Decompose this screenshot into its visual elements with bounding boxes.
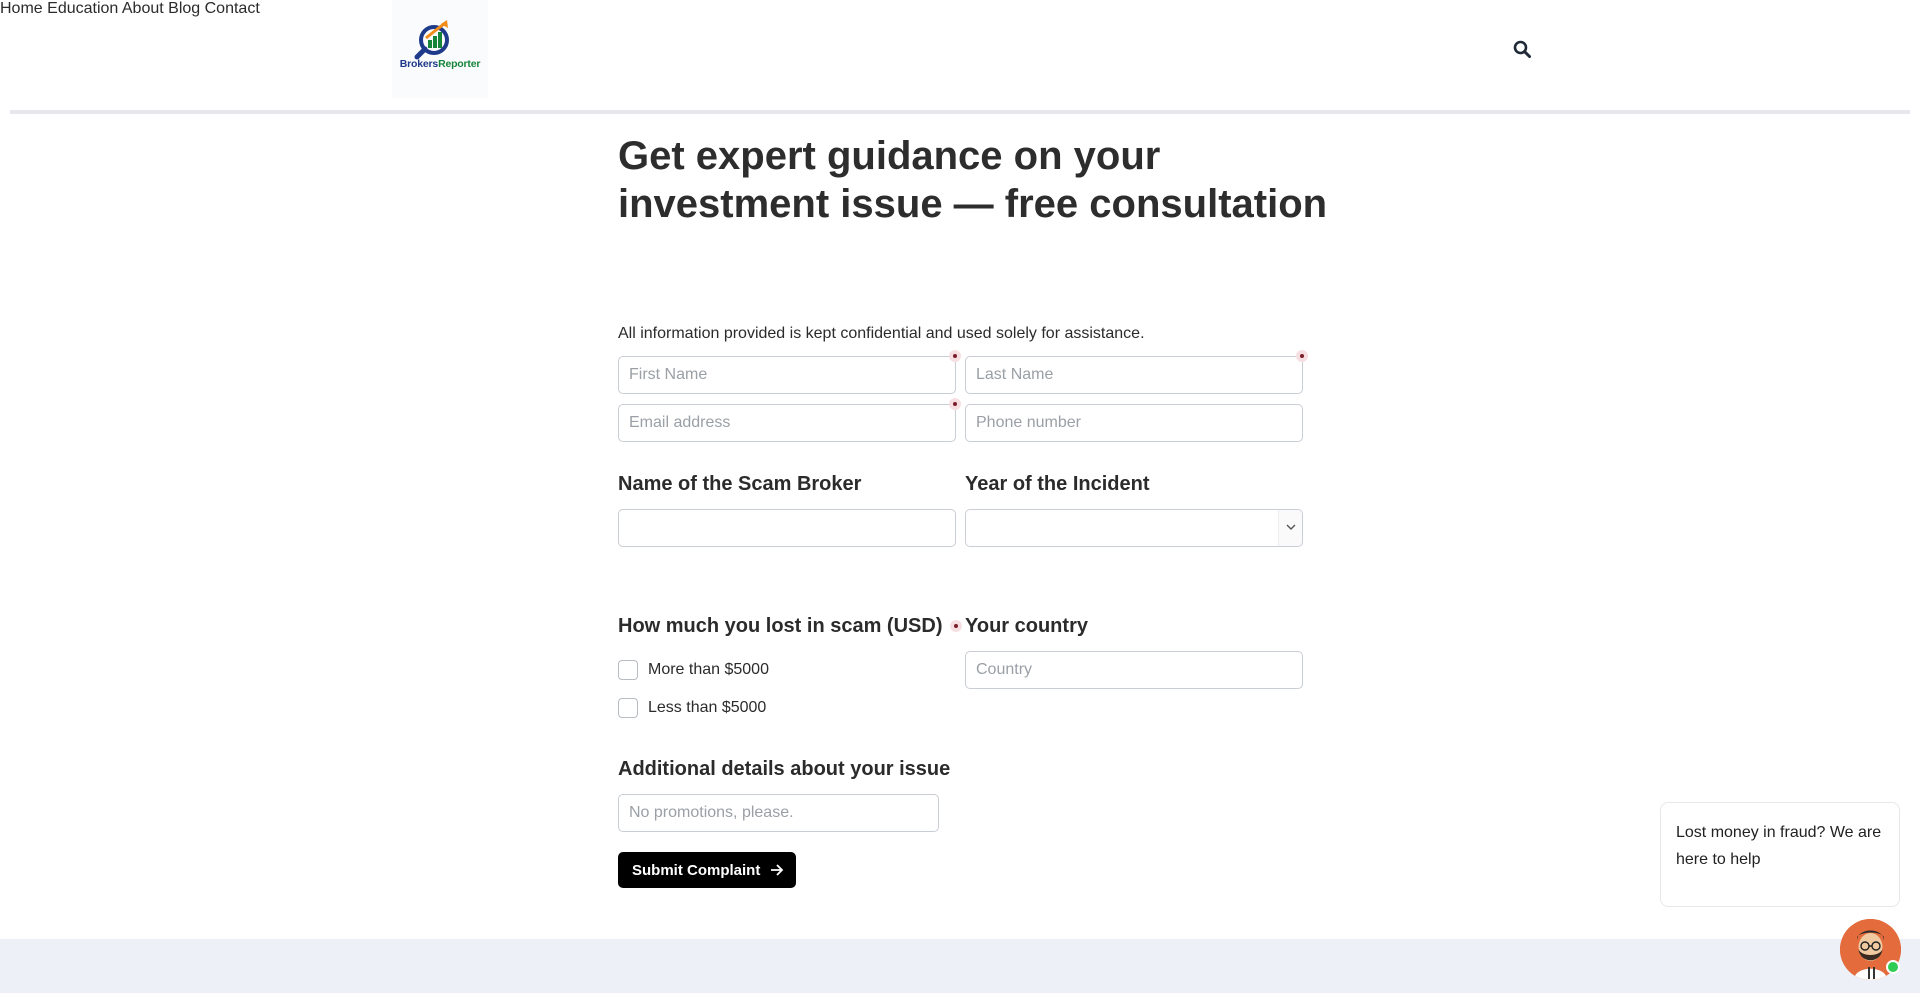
last-name-field[interactable]: Last Name (965, 356, 1303, 394)
chevron-down-icon (1286, 524, 1296, 530)
loss-option-label: More than $5000 (648, 661, 769, 678)
incident-year-label: Year of the Incident (965, 473, 1150, 495)
details-field[interactable]: No promotions, please. (618, 794, 939, 832)
submit-label: Submit Complaint (632, 861, 761, 879)
broker-name-input[interactable] (618, 509, 956, 547)
nav-blog[interactable]: Blog (168, 0, 200, 17)
privacy-note: All information provided is kept confide… (618, 325, 1145, 342)
page-title: Get expert guidance on your investment i… (618, 134, 1328, 226)
broker-name-label: Name of the Scam Broker (618, 473, 862, 495)
loss-option-less[interactable]: Less than $5000 (618, 697, 766, 719)
checkbox[interactable] (618, 698, 638, 718)
nav-education[interactable]: Education (47, 0, 118, 17)
email-field[interactable]: Email address (618, 404, 956, 442)
checkbox[interactable] (618, 660, 638, 680)
brand-name: BrokersReporter (399, 58, 481, 70)
required-indicator (950, 620, 962, 632)
country-field[interactable]: Country (965, 651, 1303, 689)
nav-contact[interactable]: Contact (205, 0, 260, 17)
arrow-right-icon (771, 864, 784, 876)
online-status-indicator (1886, 960, 1900, 974)
loss-option-more[interactable]: More than $5000 (618, 659, 769, 681)
loss-amount-label: How much you lost in scam (USD) (618, 615, 943, 637)
loss-option-label: Less than $5000 (648, 699, 767, 716)
logo-icon (414, 20, 449, 60)
incident-year-select[interactable] (965, 509, 1303, 547)
chat-message-bubble[interactable]: Lost money in fraud? We are here to help (1660, 802, 1900, 907)
details-label: Additional details about your issue (618, 758, 951, 780)
header-divider (10, 110, 1910, 114)
first-name-field[interactable]: First Name (618, 356, 956, 394)
submit-complaint-button[interactable]: Submit Complaint (618, 852, 796, 888)
search-icon[interactable] (1513, 40, 1531, 58)
site-header: BrokersReporter Home Education About Blo… (0, 0, 1920, 110)
required-indicator (949, 398, 961, 410)
footer-band (0, 939, 1920, 993)
brand-logo[interactable]: BrokersReporter (392, 0, 488, 98)
required-indicator (1296, 350, 1308, 362)
nav-home[interactable]: Home (0, 0, 43, 17)
country-label: Your country (965, 615, 1088, 637)
nav-about[interactable]: About (122, 0, 164, 17)
phone-field[interactable]: Phone number (965, 404, 1303, 442)
incident-year-value (966, 519, 976, 536)
required-indicator (949, 350, 961, 362)
dropdown-toggle[interactable] (1278, 510, 1302, 546)
